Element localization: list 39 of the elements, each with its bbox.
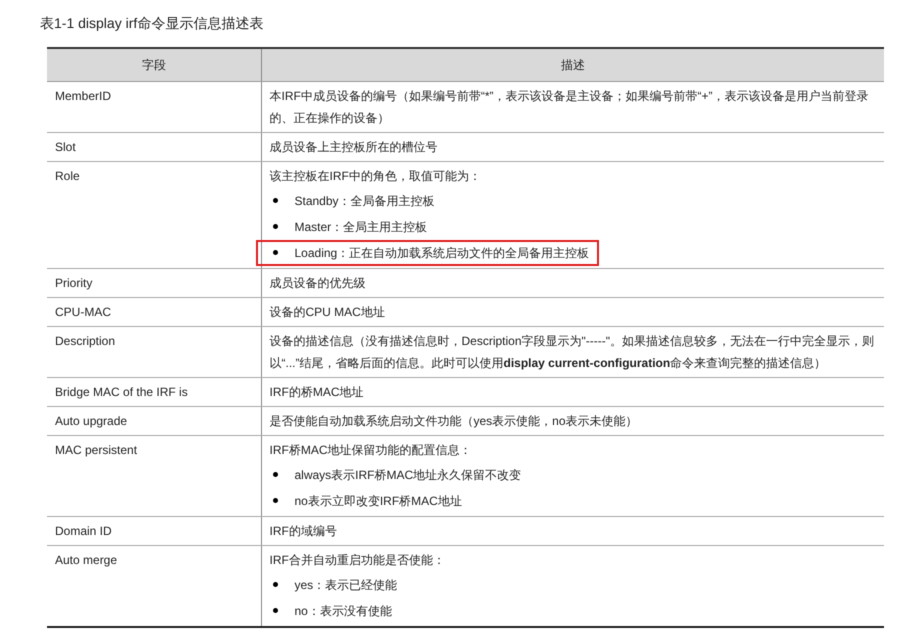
description-text: IRF的域编号 bbox=[270, 522, 338, 540]
table-cell: Auto merge bbox=[47, 545, 261, 626]
bullet-icon bbox=[272, 472, 278, 477]
bullet-text: no：表示没有使能 bbox=[294, 602, 392, 620]
bullet-text: Standby：全局备用主控板 bbox=[294, 192, 435, 210]
bullet-text: Loading：正在自动加载系统启动文件的全局备用主控板 bbox=[294, 244, 590, 262]
table-cell: Priority bbox=[47, 268, 261, 297]
description-text: 该主控板在IRF中的角色，取值可能为： bbox=[270, 168, 482, 184]
table-cell: Role bbox=[47, 161, 261, 268]
column-header: 字段 bbox=[47, 48, 261, 81]
table-cell: Auto upgrade bbox=[47, 406, 261, 435]
bullet-text: always表示IRF桥MAC地址永久保留不改变 bbox=[294, 466, 522, 484]
table-cell: CPU-MAC bbox=[47, 297, 261, 326]
description-text: 设备的CPU MAC地址 bbox=[270, 304, 386, 320]
bullet-text: Master：全局主用主控板 bbox=[294, 218, 428, 236]
table-cell: Description bbox=[47, 326, 261, 377]
description-text: 成员设备上主控板所在的槽位号 bbox=[270, 138, 438, 156]
table-cell: Domain ID bbox=[47, 516, 261, 545]
table-cell: MemberID bbox=[47, 81, 261, 132]
description-text: 是否使能自动加载系统启动文件功能（yes表示使能，no表示未使能） bbox=[270, 412, 639, 430]
bullet-text: yes：表示已经使能 bbox=[294, 576, 398, 594]
bullet-text: no表示立即改变IRF桥MAC地址 bbox=[294, 492, 462, 510]
description-text: IRF桥MAC地址保留功能的配置信息： bbox=[270, 442, 472, 458]
table-cell: MAC persistent bbox=[47, 435, 261, 516]
bullet-icon bbox=[272, 608, 278, 613]
description-text: 成员设备的优先级 bbox=[270, 274, 366, 292]
table-cell: Slot bbox=[47, 132, 261, 161]
column-header: 描述 bbox=[261, 48, 884, 81]
description-text: IRF合并自动重启功能是否使能： bbox=[270, 552, 446, 568]
bullet-icon bbox=[272, 198, 278, 203]
bullet-icon bbox=[272, 250, 278, 255]
description-text: 本IRF中成员设备的编号（如果编号前带“*”，表示该设备是主设备；如果编号前带“+”，表示该设备是用户当前登录的、正在操作的设备） bbox=[270, 88, 870, 126]
description-text: IRF的桥MAC地址 bbox=[270, 384, 364, 400]
description-text: 设备的描述信息（没有描述信息时，Description字段显示为"-----"。如果描述信息较多，无法在一行中完全显示，则以“...”结尾，省略后面的信息。此时可以使用display current-configuration命令来查询完整的描述信息） bbox=[270, 332, 876, 372]
bullet-icon bbox=[272, 582, 278, 587]
table-cell: Bridge MAC of the IRF is bbox=[47, 377, 261, 406]
bullet-icon bbox=[272, 224, 278, 229]
table-caption: 表1-1 display irf命令显示信息描述表 bbox=[40, 14, 264, 33]
bullet-icon bbox=[272, 498, 278, 503]
